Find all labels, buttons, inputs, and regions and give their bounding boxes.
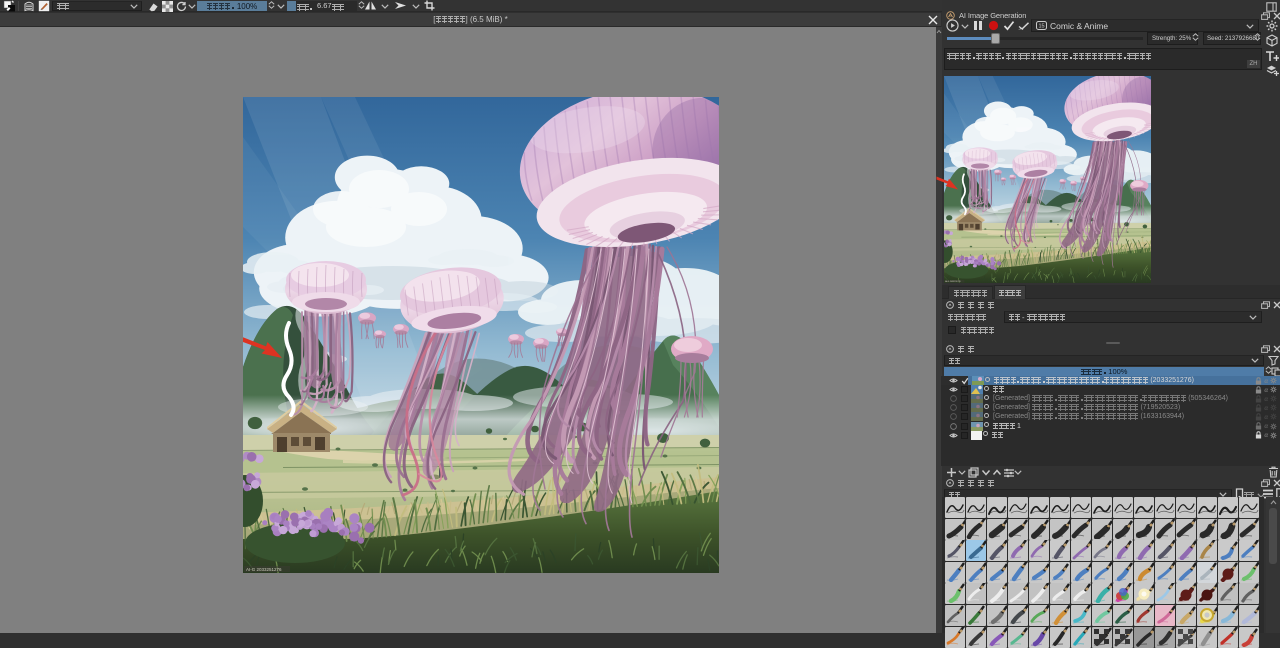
svg-text:15: 15 bbox=[1038, 24, 1044, 30]
